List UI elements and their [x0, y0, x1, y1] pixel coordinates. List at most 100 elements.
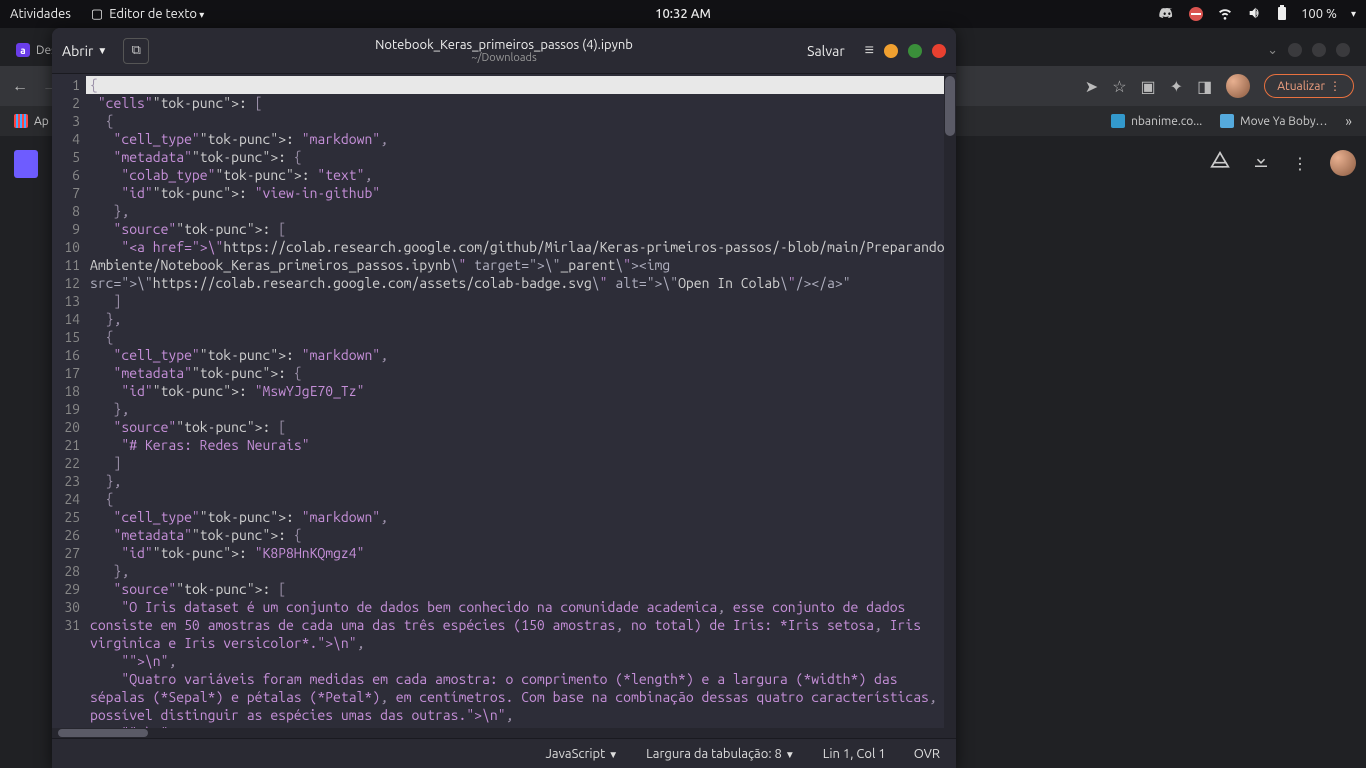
- editor-body: 1234567891011121314151617181920212223242…: [52, 74, 956, 728]
- hamburger-menu-icon[interactable]: ≡: [865, 41, 874, 60]
- apps-bookmark[interactable]: Ap: [14, 114, 49, 128]
- text-editor-window: Abrir ▼ ⧉ Notebook_Keras_primeiros_passo…: [52, 28, 956, 768]
- bookmark-item[interactable]: Move Ya Boby…: [1220, 114, 1327, 128]
- new-document-button[interactable]: ⧉: [123, 38, 149, 64]
- code-line: "# Keras: Redes Neurais": [86, 436, 956, 454]
- code-line: "metadata""tok-punc">: {: [86, 526, 956, 544]
- code-line: },: [86, 472, 956, 490]
- code-line: "id""tok-punc">: "view-in-github": [86, 184, 956, 202]
- code-line: "cell_type""tok-punc">: "markdown",: [86, 130, 956, 148]
- bookmark-label: nbanime.co...: [1131, 115, 1202, 128]
- download-icon[interactable]: [1252, 152, 1270, 174]
- editor-headerbar: Abrir ▼ ⧉ Notebook_Keras_primeiros_passo…: [52, 28, 956, 74]
- code-line: "id""tok-punc">: "K8P8HnKQmgz4": [86, 544, 956, 562]
- open-button[interactable]: Abrir ▼: [52, 37, 117, 65]
- code-line: "cell_type""tok-punc">: "markdown",: [86, 508, 956, 526]
- code-line: "metadata""tok-punc">: {: [86, 148, 956, 166]
- activities-button[interactable]: Atividades: [10, 7, 71, 21]
- open-label: Abrir: [62, 43, 93, 59]
- side-panel-icon[interactable]: ◨: [1197, 77, 1212, 96]
- bookmark-label: Move Ya Boby…: [1240, 115, 1327, 128]
- code-line: },: [86, 400, 956, 418]
- tab-overflow-caret-icon[interactable]: ⌄: [1259, 43, 1286, 58]
- vertical-scroll-thumb[interactable]: [945, 76, 955, 136]
- language-label: JavaScript: [546, 747, 606, 761]
- apps-icon: [14, 114, 28, 128]
- profile-avatar[interactable]: [1226, 74, 1250, 98]
- code-line: {: [86, 112, 956, 130]
- code-line: ]: [86, 454, 956, 472]
- volume-icon[interactable]: [1247, 5, 1263, 24]
- code-line: "">\n": [86, 724, 956, 728]
- wifi-icon[interactable]: [1217, 5, 1233, 24]
- code-line: ]: [86, 292, 956, 310]
- favicon: a: [16, 43, 30, 57]
- cursor-position: Lin 1, Col 1: [809, 747, 900, 761]
- code-line: "">\n",: [86, 652, 956, 670]
- bookmarks-overflow-icon[interactable]: »: [1345, 113, 1352, 129]
- tabwidth-selector[interactable]: Largura da tabulação: 8 ▼: [632, 747, 809, 761]
- line-number-gutter: 1234567891011121314151617181920212223242…: [52, 74, 86, 728]
- discord-tray-icon[interactable]: [1159, 6, 1175, 22]
- window-maximize-dot[interactable]: [908, 44, 922, 58]
- horizontal-scroll-thumb[interactable]: [58, 729, 148, 737]
- globe-icon: [1111, 114, 1125, 128]
- window-close-button[interactable]: [1336, 43, 1350, 57]
- battery-icon[interactable]: [1277, 5, 1287, 24]
- app-menu-label: Editor de texto: [109, 7, 204, 21]
- bookmark-item[interactable]: nbanime.co...: [1111, 114, 1202, 128]
- profile-avatar-small[interactable]: [1330, 150, 1356, 176]
- horizontal-scrollbar[interactable]: [52, 728, 956, 738]
- language-selector[interactable]: JavaScript ▼: [532, 747, 633, 761]
- bookmark-label: Ap: [34, 115, 49, 128]
- code-line: "id""tok-punc">: "MswYJgE70_Tz": [86, 382, 956, 400]
- do-not-disturb-icon[interactable]: [1189, 7, 1203, 21]
- window-controls: [1288, 43, 1360, 57]
- reader-icon[interactable]: ▣: [1141, 77, 1156, 96]
- send-icon[interactable]: ➤: [1085, 77, 1098, 96]
- save-button[interactable]: Salvar: [797, 37, 855, 65]
- bookmark-star-icon[interactable]: ☆: [1112, 77, 1126, 96]
- vertical-scrollbar[interactable]: [944, 74, 956, 728]
- battery-percent: 100 %: [1301, 7, 1337, 21]
- window-minimize-button[interactable]: [1288, 43, 1302, 57]
- clock[interactable]: 10:32 AM: [655, 7, 711, 21]
- code-line: "cell_type""tok-punc">: "markdown",: [86, 346, 956, 364]
- text-editor-icon: ▢: [91, 7, 103, 22]
- update-chrome-button[interactable]: Atualizar ⋮: [1264, 74, 1354, 98]
- colab-actionbar: ⋮: [1210, 150, 1356, 176]
- editor-filename: Notebook_Keras_primeiros_passos (4).ipyn…: [375, 38, 633, 52]
- window-close-dot[interactable]: [932, 44, 946, 58]
- editor-filepath: ~/Downloads: [375, 52, 633, 64]
- editor-title: Notebook_Keras_primeiros_passos (4).ipyn…: [375, 38, 633, 64]
- code-line: "cells""tok-punc">: [: [86, 94, 956, 112]
- back-button[interactable]: ←: [12, 77, 28, 96]
- app-menu[interactable]: ▢ Editor de texto: [91, 7, 204, 22]
- kebab-menu-icon: ⋮: [1329, 79, 1341, 93]
- code-line: "colab_type""tok-punc">: "text",: [86, 166, 956, 184]
- more-menu-icon[interactable]: ⋮: [1292, 154, 1308, 173]
- editor-statusbar: JavaScript ▼ Largura da tabulação: 8 ▼ L…: [52, 738, 956, 768]
- tabwidth-label: Largura da tabulação: 8: [646, 747, 782, 761]
- chevron-down-icon: ▼: [97, 45, 107, 57]
- drive-icon[interactable]: [1210, 151, 1230, 175]
- code-line: "source""tok-punc">: [: [86, 580, 956, 598]
- window-maximize-button[interactable]: [1312, 43, 1326, 57]
- code-line: "source""tok-punc">: [: [86, 220, 956, 238]
- insert-mode[interactable]: OVR: [900, 747, 940, 761]
- code-line: "Quatro variáveis foram medidas em cada …: [86, 670, 956, 724]
- globe-icon: [1220, 114, 1234, 128]
- dock-document-icon[interactable]: [14, 150, 38, 178]
- system-menu-caret-icon[interactable]: ▾: [1351, 8, 1356, 20]
- window-minimize-dot[interactable]: [884, 44, 898, 58]
- code-line: },: [86, 202, 956, 220]
- code-line: },: [86, 310, 956, 328]
- system-topbar: Atividades ▢ Editor de texto 10:32 AM 10…: [0, 0, 1366, 28]
- extensions-icon[interactable]: ✦: [1170, 77, 1183, 96]
- new-document-icon: ⧉: [132, 43, 141, 58]
- code-line: },: [86, 562, 956, 580]
- chevron-down-icon: ▼: [785, 749, 795, 760]
- chevron-down-icon: ▼: [608, 749, 618, 760]
- code-line: {: [86, 76, 956, 94]
- code-area[interactable]: { "cells""tok-punc">: [ { "cell_type""to…: [86, 74, 956, 728]
